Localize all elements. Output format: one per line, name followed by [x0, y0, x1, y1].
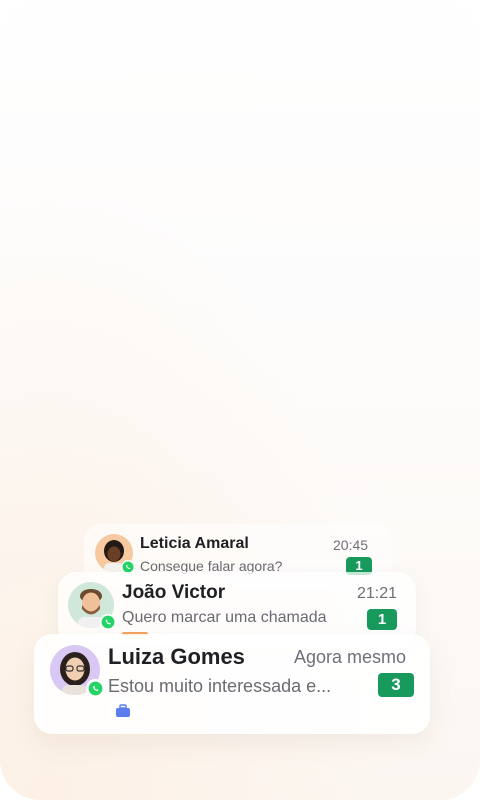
- unread-count-badge: 1: [367, 609, 397, 630]
- contact-name: Luiza Gomes: [108, 644, 245, 669]
- message-time: Agora mesmo: [294, 647, 407, 667]
- message-time: 21:21: [357, 585, 398, 602]
- contact-name: João Victor: [122, 582, 226, 603]
- avatar-leticia: [95, 534, 135, 574]
- whatsapp-icon: [100, 614, 116, 630]
- unread-count-badge: 3: [378, 673, 414, 697]
- avatar-luiza: [50, 645, 104, 697]
- label-tag-briefcase: [108, 700, 138, 722]
- message-time: 20:45: [333, 537, 369, 553]
- contact-name: Leticia Amaral: [140, 535, 249, 552]
- briefcase-icon: [116, 704, 130, 717]
- screen: Leticia Amaral 20:45 Consegue falar agor…: [0, 0, 480, 800]
- message-preview: Estou muito interessada e...: [108, 676, 332, 696]
- avatar-joao: [68, 582, 116, 630]
- message-preview: Quero marcar uma chamada: [122, 609, 327, 626]
- whatsapp-icon: [86, 679, 104, 697]
